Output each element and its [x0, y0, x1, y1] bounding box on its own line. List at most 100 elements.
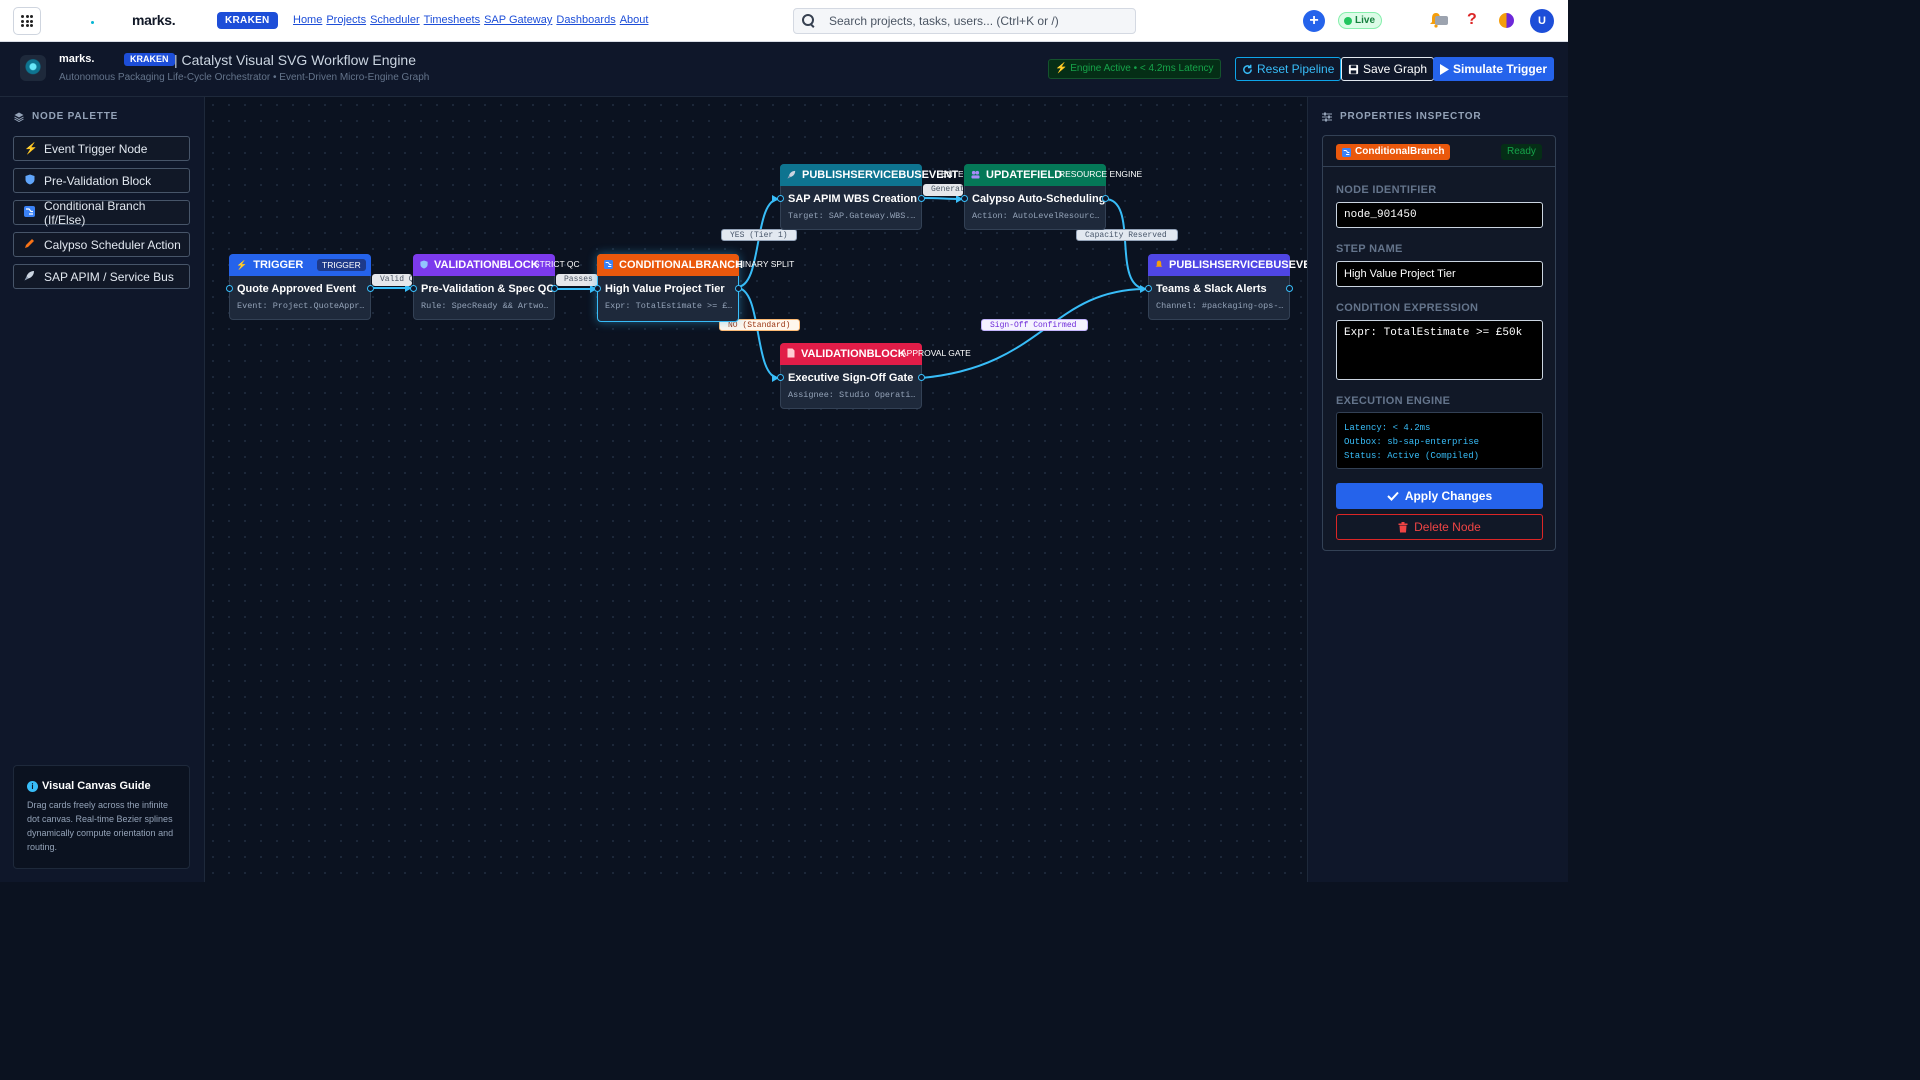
global-search[interactable]: [793, 8, 1136, 34]
output-port[interactable]: [1102, 195, 1109, 202]
condition-expression-field[interactable]: Expr: TotalEstimate >= £50k: [1336, 320, 1543, 380]
delete-node-label: Delete Node: [1414, 520, 1481, 534]
palette-item-sap-apim[interactable]: SAP APIM / Service Bus: [13, 264, 190, 289]
workflow-canvas[interactable]: Valid QC Passes QC YES (Tier 1) NO (Stan…: [205, 97, 1307, 882]
nav-link-scheduler[interactable]: Scheduler: [370, 14, 420, 26]
node-conditional-branch[interactable]: CONDITIONALBRANCH BINARY SPLIT High Valu…: [594, 254, 794, 322]
node-type: VALIDATIONBLOCK: [801, 348, 906, 360]
document-icon: [787, 348, 795, 360]
engine-status-badge: ⚡ Engine Active • < 4.2ms Latency: [1048, 59, 1221, 79]
palette-item-calypso-scheduler[interactable]: Calypso Scheduler Action: [13, 232, 190, 257]
apply-changes-button[interactable]: Apply Changes: [1336, 483, 1543, 509]
node-palette: NODE PALETTE ⚡ Event Trigger Node Pre-Va…: [0, 97, 205, 882]
guide-heading: i Visual Canvas Guide: [27, 780, 176, 792]
brand-logo[interactable]: marks.: [132, 12, 176, 28]
grid-icon: [21, 15, 33, 27]
output-port[interactable]: [918, 195, 925, 202]
input-port[interactable]: [410, 285, 417, 292]
create-new-button[interactable]: +: [1303, 10, 1325, 32]
output-port[interactable]: [918, 374, 925, 381]
input-port[interactable]: [1145, 285, 1152, 292]
checkmark-icon: [1387, 491, 1399, 501]
nav-link-dashboards[interactable]: Dashboards: [556, 14, 615, 26]
live-toggle[interactable]: Live: [1338, 12, 1383, 29]
user-avatar[interactable]: U: [1530, 9, 1554, 33]
input-port[interactable]: [961, 195, 968, 202]
reset-pipeline-button[interactable]: Reset Pipeline: [1235, 57, 1342, 81]
input-port[interactable]: [226, 285, 233, 292]
node-tag: BINARY SPLIT: [737, 259, 795, 269]
properties-inspector: PROPERTIES INSPECTOR ConditionalBranch R…: [1307, 97, 1568, 882]
node-type: UPDATEFIELD: [986, 169, 1063, 181]
nav-link-sap-gateway[interactable]: SAP Gateway: [484, 14, 552, 26]
step-name-field[interactable]: [1336, 261, 1543, 287]
palette-item-pre-validation[interactable]: Pre-Validation Block: [13, 168, 190, 193]
palette-item-event-trigger[interactable]: ⚡ Event Trigger Node: [13, 136, 190, 161]
node-tag: TRIGGER: [317, 259, 366, 271]
status-dot-icon: [91, 21, 94, 24]
environment-badge: KRAKEN: [217, 12, 278, 29]
node-type-badge: ConditionalBranch: [1336, 144, 1451, 160]
node-executive-sign-off[interactable]: VALIDATIONBLOCK APPROVAL GATE Executive …: [777, 343, 971, 409]
app-launcher-button[interactable]: [13, 7, 41, 35]
output-port[interactable]: [1286, 285, 1293, 292]
shield-icon: [420, 260, 428, 271]
input-port[interactable]: [777, 374, 784, 381]
save-graph-button[interactable]: Save Graph: [1341, 57, 1435, 81]
node-title: High Value Project Tier: [605, 283, 725, 295]
simulate-trigger-label: Simulate Trigger: [1453, 62, 1548, 76]
search-input[interactable]: [829, 14, 1129, 28]
nav-link-projects[interactable]: Projects: [326, 14, 366, 26]
execution-engine-readout: Latency: < 4.2ms Outbox: sb-sap-enterpri…: [1336, 412, 1543, 469]
inspector-title: PROPERTIES INSPECTOR: [1340, 111, 1482, 122]
node-title: Teams & Slack Alerts: [1156, 283, 1267, 295]
shield-icon: [24, 174, 35, 188]
node-header[interactable]: CONDITIONALBRANCH: [597, 254, 743, 276]
palette-item-label: SAP APIM / Service Bus: [44, 269, 174, 284]
execution-engine-label: EXECUTION ENGINE: [1336, 395, 1451, 407]
output-port[interactable]: [367, 285, 374, 292]
node-detail: Rule: SpecReady && ArtworkApproved: [421, 301, 549, 311]
input-port[interactable]: [777, 195, 784, 202]
edge-label-generated: Generated: [923, 184, 963, 196]
output-port[interactable]: [735, 285, 742, 292]
node-identifier-field[interactable]: [1336, 202, 1543, 228]
node-title: Quote Approved Event: [237, 283, 356, 295]
output-port[interactable]: [551, 285, 558, 292]
canvas-guide-card: i Visual Canvas Guide Drag cards freely …: [13, 765, 190, 869]
node-type: PUBLISHSERVICEBUSEVENT: [802, 169, 959, 181]
branch-icon: [24, 205, 35, 220]
node-detail: Action: AutoLevelResources: [972, 211, 1100, 221]
help-icon[interactable]: ?: [1467, 11, 1477, 29]
edge-conditional-wbs: [736, 198, 780, 288]
node-detail: Target: SAP.Gateway.WBS.Create: [788, 211, 916, 221]
bell-icon: [1155, 260, 1163, 271]
node-sap-apim-wbs[interactable]: PUBLISHSERVICEBUSEVENT ENTERPRISE SAP AP…: [777, 164, 963, 230]
palette-item-label: Conditional Branch (If/Else): [44, 198, 146, 227]
nav-link-about[interactable]: About: [620, 14, 649, 26]
input-port[interactable]: [594, 285, 601, 292]
palette-title: NODE PALETTE: [32, 111, 119, 122]
node-calypso-scheduling[interactable]: UPDATEFIELD RESOURCE ENGINE Calypso Auto…: [961, 164, 1142, 230]
palette-item-label: Calypso Scheduler Action: [44, 237, 181, 252]
keyboard-shortcuts-icon[interactable]: [1435, 16, 1448, 25]
node-pre-validation[interactable]: VALIDATIONBLOCK STRICT QC Pre-Validation…: [410, 254, 580, 320]
node-tag: APPROVAL GATE: [901, 348, 971, 358]
nav-link-timesheets[interactable]: Timesheets: [424, 14, 480, 26]
rocket-icon: [24, 270, 35, 284]
sliders-icon: [1322, 112, 1332, 121]
node-detail: Assignee: Studio Operations Director: [788, 390, 916, 400]
simulate-trigger-button[interactable]: Simulate Trigger: [1433, 57, 1555, 81]
palette-item-conditional-branch[interactable]: Conditional Branch (If/Else): [13, 198, 190, 227]
condition-expression-label: CONDITION EXPRESSION: [1336, 302, 1479, 314]
node-header[interactable]: PUBLISHSERVICEBUSEVENT: [780, 164, 958, 186]
node-type: PUBLISHSERVICEBUSEVENT: [1169, 259, 1307, 271]
delete-node-button[interactable]: Delete Node: [1336, 514, 1543, 540]
save-graph-label: Save Graph: [1363, 62, 1428, 76]
node-type: CONDITIONALBRANCH: [619, 259, 744, 271]
nav-link-home[interactable]: Home: [293, 14, 322, 26]
theme-toggle-icon[interactable]: [1499, 13, 1514, 28]
node-teams-slack-alerts[interactable]: PUBLISHSERVICEBUSEVENT Teams & Slack Ale…: [1145, 254, 1307, 320]
node-header[interactable]: PUBLISHSERVICEBUSEVENT: [1148, 254, 1307, 276]
node-trigger[interactable]: ⚡ TRIGGER TRIGGER Quote Approved Event E…: [226, 254, 374, 320]
